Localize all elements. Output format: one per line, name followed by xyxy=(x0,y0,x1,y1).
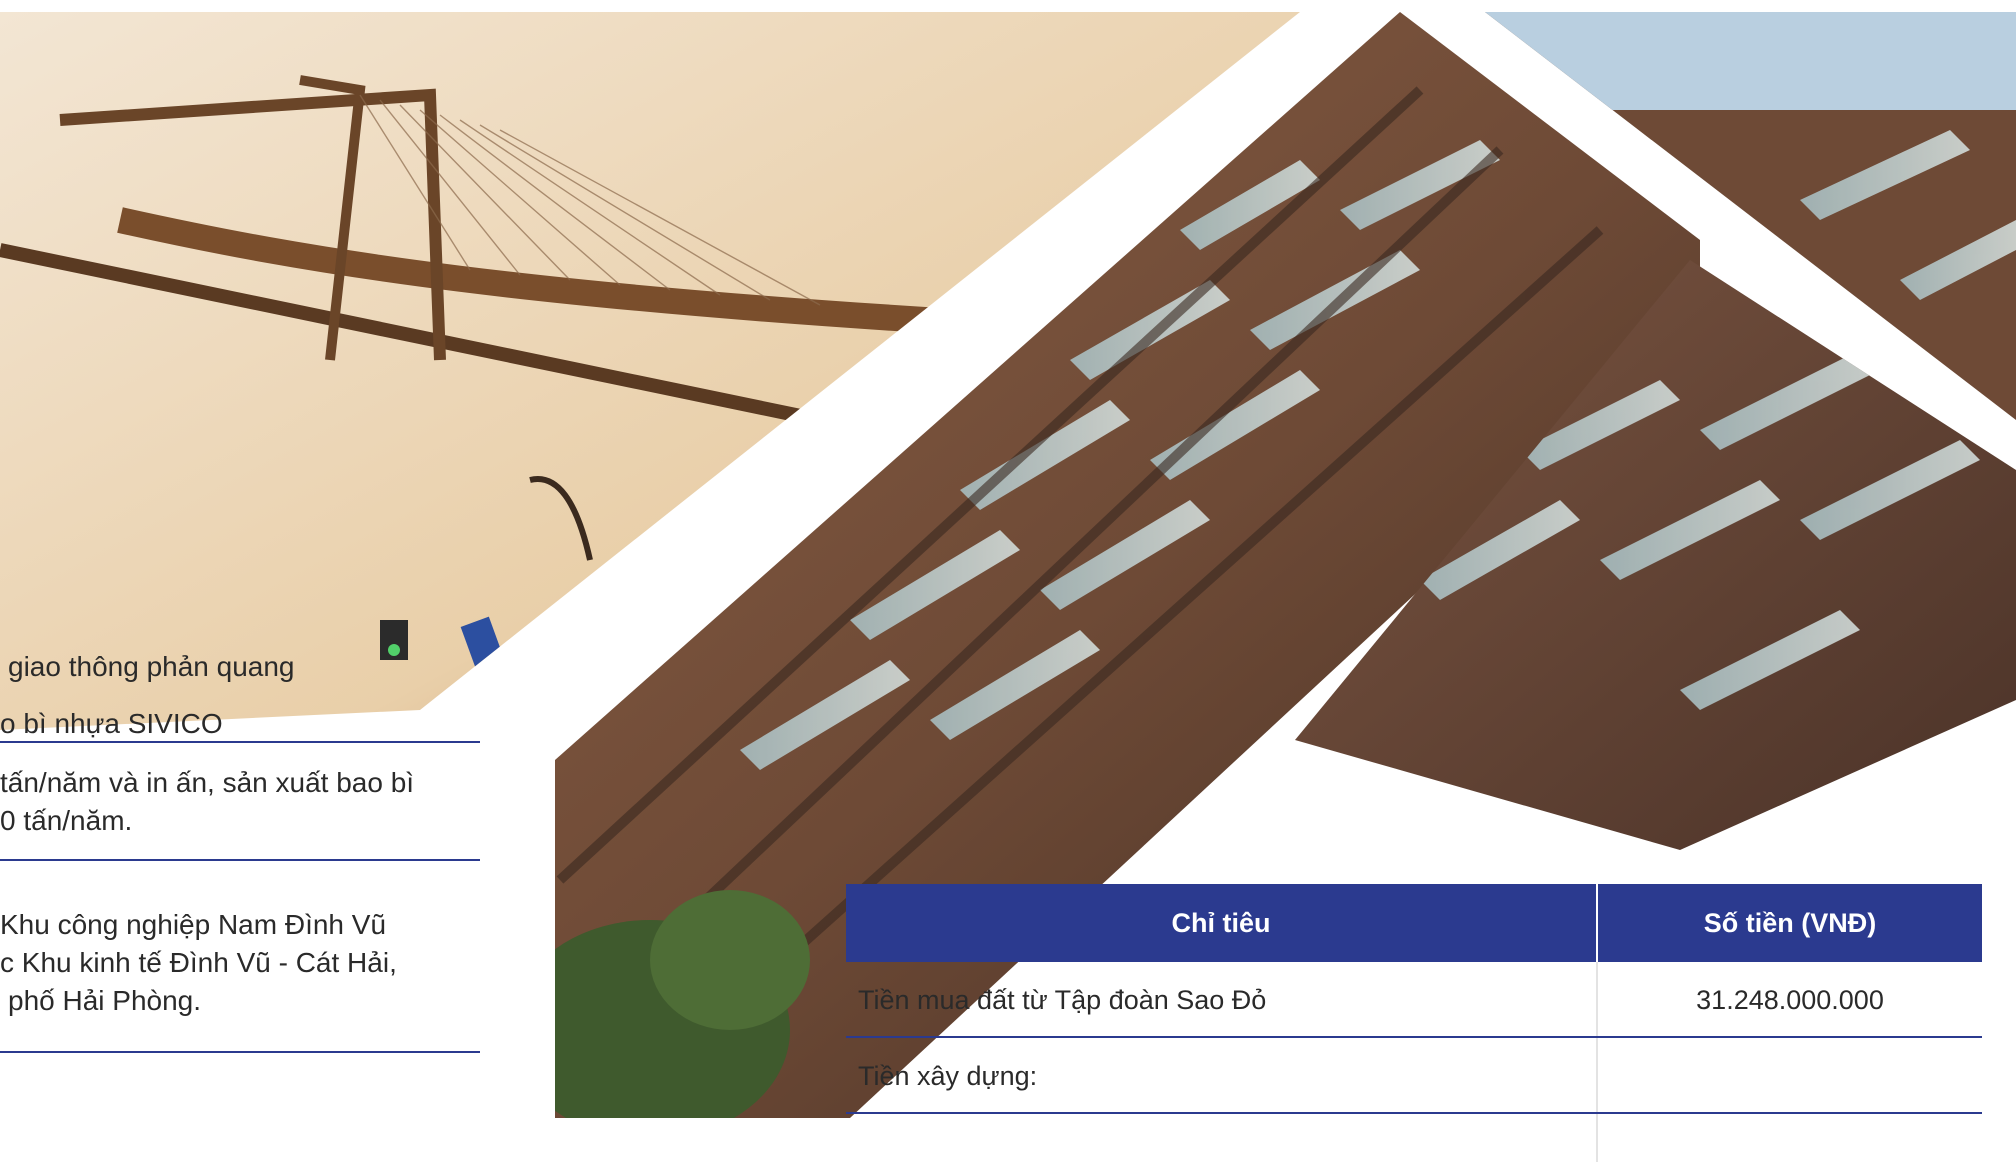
divider xyxy=(0,741,480,743)
header-chi-tieu: Chỉ tiêu xyxy=(846,884,1596,962)
left-text-column: giao thông phản quang o bì nhựa SIVICO t… xyxy=(0,0,480,1118)
row-amount: 31.248.000.000 xyxy=(1696,984,1884,1015)
header-so-tien: Số tiền (VNĐ) xyxy=(1598,884,1982,962)
text-line: c Khu kinh tế Đình Vũ - Cát Hải, xyxy=(0,947,397,978)
divider xyxy=(0,1051,480,1053)
row-label: Tiền mua đất từ Tập đoàn Sao Đỏ xyxy=(858,984,1267,1015)
row-amount xyxy=(1598,1038,1982,1114)
text-line: o bì nhựa SIVICO xyxy=(0,708,223,739)
text-line: giao thông phản quang xyxy=(8,651,295,682)
text-line: 0 tấn/năm. xyxy=(0,805,133,836)
text-line: tấn/năm và in ấn, sản xuất bao bì xyxy=(0,767,415,798)
row-label: Tiền xây dựng: xyxy=(858,1060,1038,1091)
row-divider xyxy=(846,1112,1982,1114)
divider xyxy=(0,859,480,861)
text-line: Khu công nghiệp Nam Đình Vũ xyxy=(0,909,387,940)
text-line: phố Hải Phòng. xyxy=(8,985,202,1016)
